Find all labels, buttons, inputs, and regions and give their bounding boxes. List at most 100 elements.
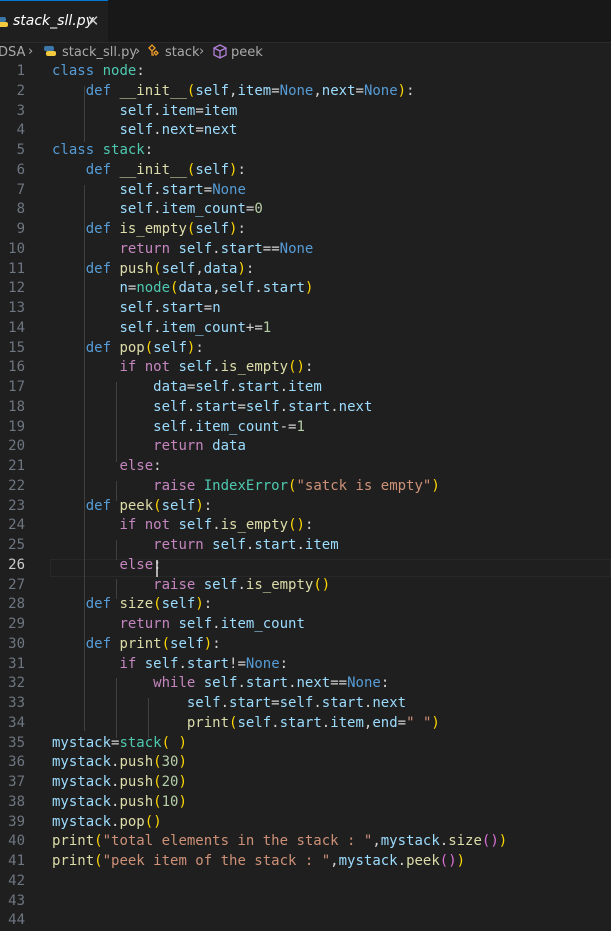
line-number: 13 [8,300,25,316]
code-line[interactable]: 2 def __init__(self,item=None,next=None)… [0,82,611,102]
line-number: 2 [16,82,25,99]
code-line[interactable]: 42 [0,872,611,892]
python-file-icon [0,14,8,28]
code-text: while self.start.next==None: [153,675,390,692]
code-line[interactable]: 16 if not self.is_empty(): [0,358,611,378]
code-text: mystack.push(10) [52,793,187,810]
line-number: 15 [8,339,25,356]
code-line[interactable]: 43 [0,892,611,912]
line-number: 36 [8,754,25,771]
code-text: print("total elements in the stack : ",m… [52,833,508,850]
line-number: 34 [8,714,25,731]
code-line[interactable]: 29 return self.item_count [0,615,611,635]
line-number: 40 [8,833,25,850]
code-line[interactable]: 8 self.item_count=0 [0,200,611,220]
code-line[interactable]: 34 print(self.start.item,end=" ") [0,714,611,734]
line-number: 39 [8,813,25,830]
code-editor[interactable]: 1 class node: 2 def __init__(self,item=Non… [0,62,611,931]
python-file-icon [44,45,56,62]
code-line[interactable]: 27 raise self.is_empty() [0,576,611,596]
line-number: 5 [16,142,25,158]
code-line[interactable]: 41 print("peek item of the stack : ",myst… [0,852,611,872]
code-text: mystack=stack( ) [52,734,187,751]
code-line[interactable]: 31 if self.start!=None: [0,655,611,675]
breadcrumb: DSA › stack_sll.py › stack › peek [0,43,611,63]
line-number: 32 [8,675,25,692]
code-line[interactable]: 33 self.start=self.start.next [0,694,611,714]
breadcrumb-file[interactable]: stack_sll.py [62,45,137,60]
code-text: self.item_count=0 [119,201,263,218]
code-text: else: [119,458,162,474]
code-line[interactable]: 26 else: [0,556,611,576]
code-line[interactable]: 23 def peek(self): [0,497,611,517]
line-number: 7 [16,181,25,198]
line-number: 23 [8,497,25,514]
code-line[interactable]: 14 self.item_count+=1 [0,319,611,339]
line-number: 31 [8,655,25,672]
code-line[interactable]: 20 return data [0,437,611,457]
code-line[interactable]: 1 class node: [0,62,611,82]
code-line[interactable]: 40 print("total elements in the stack : "… [0,832,611,852]
line-number: 17 [8,379,25,395]
breadcrumb-class[interactable]: stack [165,45,200,60]
code-text: def pop(self): [85,339,204,356]
code-line[interactable]: 24 if not self.is_empty(): [0,516,611,536]
line-number: 16 [8,359,25,376]
line-number: 25 [8,537,25,553]
line-number: 42 [8,872,25,889]
code-line[interactable]: 5 class stack: [0,141,611,161]
code-line[interactable]: 4 self.next=next [0,121,611,141]
code-line[interactable]: 44 [0,911,611,931]
code-line[interactable]: 18 self.start=self.start.next [0,398,611,418]
code-line[interactable]: 15 def pop(self): [0,339,611,359]
code-text: def peek(self): [85,497,213,514]
breadcrumb-folder[interactable]: DSA [0,45,25,60]
breadcrumb-method[interactable]: peek [231,45,263,60]
code-line[interactable]: 36 mystack.push(30) [0,753,611,773]
code-line[interactable]: 6 def __init__(self): [0,161,611,181]
line-number: 28 [8,596,25,613]
line-number: 33 [8,695,25,711]
code-line[interactable]: 21 else: [0,457,611,477]
line-number: 6 [16,161,25,178]
close-icon[interactable]: ✕ [86,12,100,30]
line-number: 3 [16,102,25,119]
tab-stack-sll-py[interactable]: stack_sll.py ✕ [0,0,108,42]
code-line[interactable]: 37 mystack.push(20) [0,773,611,793]
code-line[interactable]: 35 mystack=stack( ) [0,734,611,754]
code-line[interactable]: 22 raise IndexError("satck is empty") [0,477,611,497]
code-text: self.start=None [119,181,246,198]
line-number: 41 [8,853,25,869]
code-line[interactable]: 28 def size(self): [0,595,611,615]
code-text: self.item_count+=1 [119,319,272,336]
code-text: raise self.is_empty() [153,576,331,593]
code-line[interactable]: 11 def push(self,data): [0,260,611,280]
code-line[interactable]: 13 self.start=n [0,299,611,319]
code-line[interactable]: 12 n=node(data,self.start) [0,279,611,299]
code-line[interactable]: 38 mystack.push(10) [0,793,611,813]
line-number: 35 [8,734,25,751]
line-number: 12 [8,280,25,297]
line-number: 4 [16,122,25,139]
code-text: def __init__(self,item=None,next=None): [85,82,415,99]
code-text: class node: [52,63,145,79]
code-line[interactable]: 17 data=self.start.item [0,378,611,398]
code-line[interactable]: 19 self.item_count-=1 [0,418,611,438]
code-line[interactable]: 32 while self.start.next==None: [0,674,611,694]
code-line[interactable]: 39 mystack.pop() [0,813,611,833]
line-number: 11 [8,260,25,277]
line-number: 22 [8,477,25,494]
code-text: return self.start.item [153,537,339,553]
code-line[interactable]: 7 self.start=None [0,181,611,201]
line-number: 37 [8,774,25,790]
code-line[interactable]: 10 return self.start==None [0,240,611,260]
code-text: self.start=self.start.next [186,695,407,711]
code-text: raise IndexError("satck is empty") [153,477,440,494]
code-text: self.next=next [119,122,238,139]
code-text: mystack.push(30) [52,754,187,771]
code-line[interactable]: 25 return self.start.item [0,536,611,556]
code-line[interactable]: 9 def is_empty(self): [0,220,611,240]
code-line[interactable]: 30 def print(self): [0,635,611,655]
code-text: def is_empty(self): [85,221,246,237]
code-line[interactable]: 3 self.item=item [0,102,611,122]
